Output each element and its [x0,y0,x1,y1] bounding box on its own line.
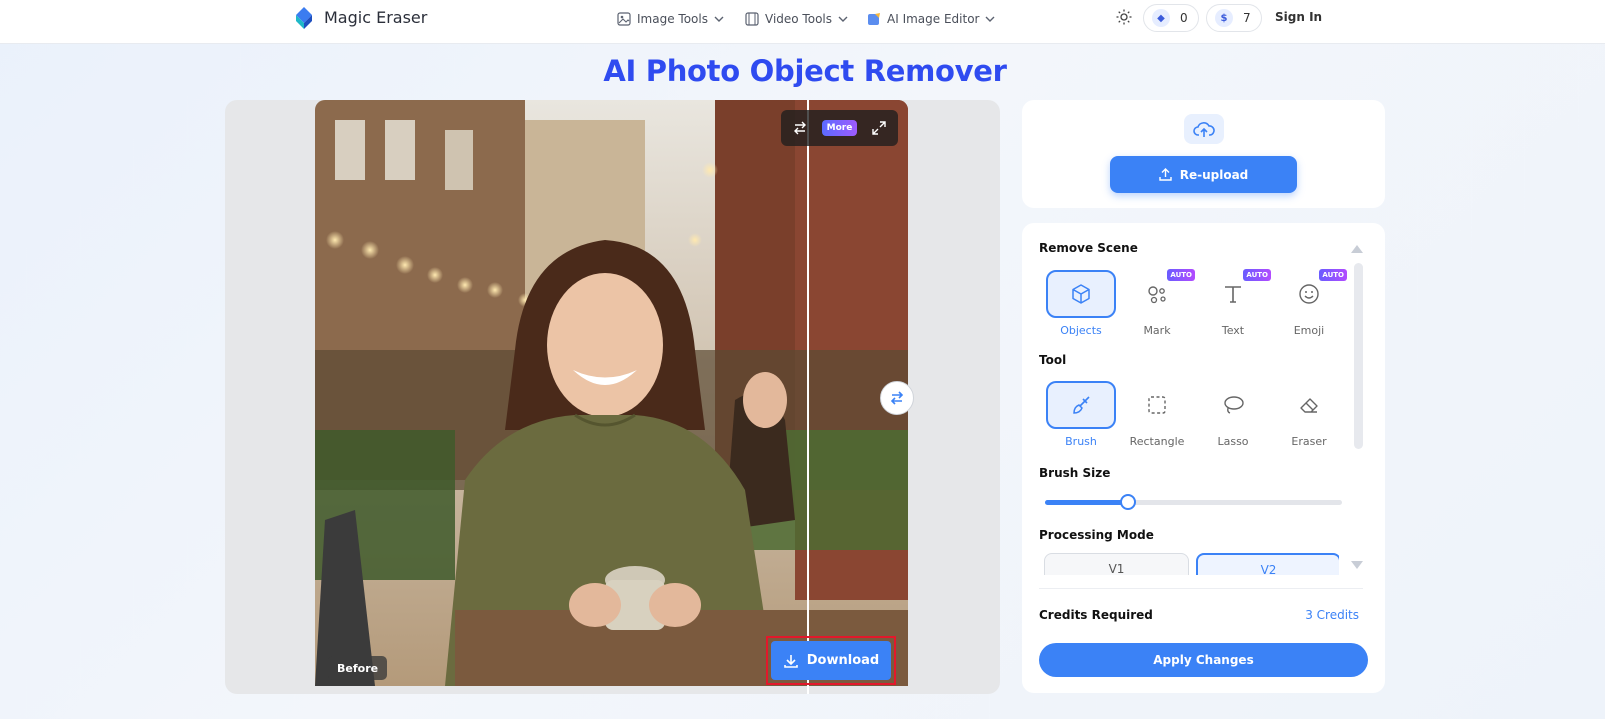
gem-balance[interactable]: ◆ 0 [1143,4,1199,32]
coin-count: 7 [1243,11,1251,25]
chevron-down-icon [985,16,995,22]
dollar-coin-icon: $ [1215,9,1233,27]
smiley-icon [1299,284,1319,304]
scroll-up-arrow[interactable] [1351,245,1363,253]
tool-rectangle[interactable]: Rectangle [1121,381,1193,448]
tool-eraser-box[interactable] [1274,381,1344,429]
auto-badge: AUTO [1167,269,1195,281]
divider [1039,588,1363,589]
scene-mark[interactable]: AUTO Mark [1121,269,1195,337]
tool-title: Tool [1039,353,1067,367]
tool-rectangle-label: Rectangle [1129,435,1185,448]
scene-mark-box[interactable]: AUTO [1122,269,1195,318]
nav-video-tools[interactable]: Video Tools [745,9,848,29]
photo-preview[interactable] [315,100,908,686]
tool-rectangle-box[interactable] [1122,381,1192,429]
download-label: Download [806,653,880,668]
sun-icon [1116,9,1132,25]
ai-edit-icon [868,13,880,25]
nav-ai-image-editor[interactable]: AI Image Editor [867,9,995,29]
image-toolbar: More [781,110,898,146]
text-icon [1225,286,1241,303]
tool-brush[interactable]: Brush [1045,381,1117,448]
chevron-down-icon [838,16,848,22]
upload-card: Re-upload [1022,100,1385,208]
scene-text-box[interactable]: AUTO [1198,269,1271,318]
settings-panel: Remove Scene Objects AUTO Mark AUTO Text… [1022,223,1385,693]
brush-size-thumb[interactable] [1120,494,1136,510]
page-title: AI Photo Object Remover [603,54,1007,88]
fullscreen-icon[interactable] [872,121,886,135]
cube-icon [1072,284,1090,304]
tool-lasso[interactable]: Lasso [1197,381,1269,448]
tool-lasso-label: Lasso [1217,435,1249,448]
mode-v2-button[interactable]: V2 [1196,553,1339,575]
credits-required-value: 3 Credits [1305,608,1359,622]
theme-toggle[interactable] [1116,9,1132,29]
scene-objects-label: Objects [1060,324,1102,337]
apply-changes-button[interactable]: Apply Changes [1039,643,1368,677]
gem-icon: ◆ [1152,9,1170,27]
image-icon [617,12,631,26]
chevron-down-icon [714,16,724,22]
reupload-label: Re-upload [1179,167,1249,182]
mode-v1-button[interactable]: V1 [1044,553,1189,575]
rectangle-select-icon [1148,396,1166,414]
brush-size-fill [1045,500,1128,505]
top-navigation-bar: Magic Eraser Image Tools Video Tools AI … [0,0,1605,44]
scene-objects[interactable]: Objects [1045,270,1117,337]
compare-divider[interactable] [807,100,809,694]
scene-emoji-box[interactable]: AUTO [1274,269,1347,318]
sign-in-link[interactable]: Sign In [1275,10,1322,24]
download-highlight: Download [766,636,896,685]
nav-video-tools-label: Video Tools [765,12,832,26]
watermark-icon [1148,286,1166,304]
reupload-button[interactable]: Re-upload [1110,156,1297,193]
magic-eraser-logo-icon [296,7,312,29]
image-canvas[interactable]: More [225,100,1000,694]
download-icon [783,654,798,668]
tool-eraser-label: Eraser [1291,435,1327,448]
app-name: Magic Eraser [324,7,428,27]
tool-brush-box[interactable] [1046,381,1116,429]
processing-mode-options: V1 V2 [1039,553,1339,575]
swap-arrows-icon [890,391,904,405]
tool-eraser[interactable]: Eraser [1273,381,1345,448]
scene-emoji-label: Emoji [1293,324,1325,337]
scene-text[interactable]: AUTO Text [1197,269,1271,337]
tool-brush-label: Brush [1065,435,1097,448]
brush-size-slider[interactable] [1045,494,1342,510]
scroll-down-arrow[interactable] [1351,561,1363,569]
tool-lasso-box[interactable] [1198,381,1268,429]
auto-badge: AUTO [1319,269,1347,281]
eraser-icon [1300,398,1318,413]
gem-count: 0 [1180,11,1188,25]
logo[interactable]: Magic Eraser [292,5,427,29]
lasso-icon [1224,396,1244,414]
scene-text-label: Text [1221,324,1245,337]
auto-badge: AUTO [1243,269,1271,281]
credits-required-label: Credits Required [1039,608,1153,622]
scene-emoji[interactable]: AUTO Emoji [1273,269,1347,337]
cloud-upload-icon[interactable] [1184,114,1224,144]
panel-scrollbar[interactable] [1354,263,1363,449]
processing-mode-title: Processing Mode [1039,528,1154,542]
coin-balance[interactable]: $ 7 [1206,4,1262,32]
more-button[interactable]: More [821,120,858,136]
swap-arrows-icon[interactable] [793,121,807,135]
before-label: Before [328,656,388,680]
scene-objects-box[interactable] [1046,270,1116,318]
compare-slider-handle[interactable] [880,381,914,415]
brush-icon [1073,396,1090,414]
scene-mark-label: Mark [1143,324,1171,337]
photo-illustration [315,100,908,686]
film-icon [745,12,759,26]
remove-scene-title: Remove Scene [1039,241,1138,255]
nav-image-tools[interactable]: Image Tools [617,9,724,29]
upload-icon [1159,168,1172,181]
nav-image-tools-label: Image Tools [637,12,708,26]
download-button[interactable]: Download [771,641,891,680]
brush-size-title: Brush Size [1039,466,1111,480]
nav-ai-image-editor-label: AI Image Editor [887,12,980,26]
